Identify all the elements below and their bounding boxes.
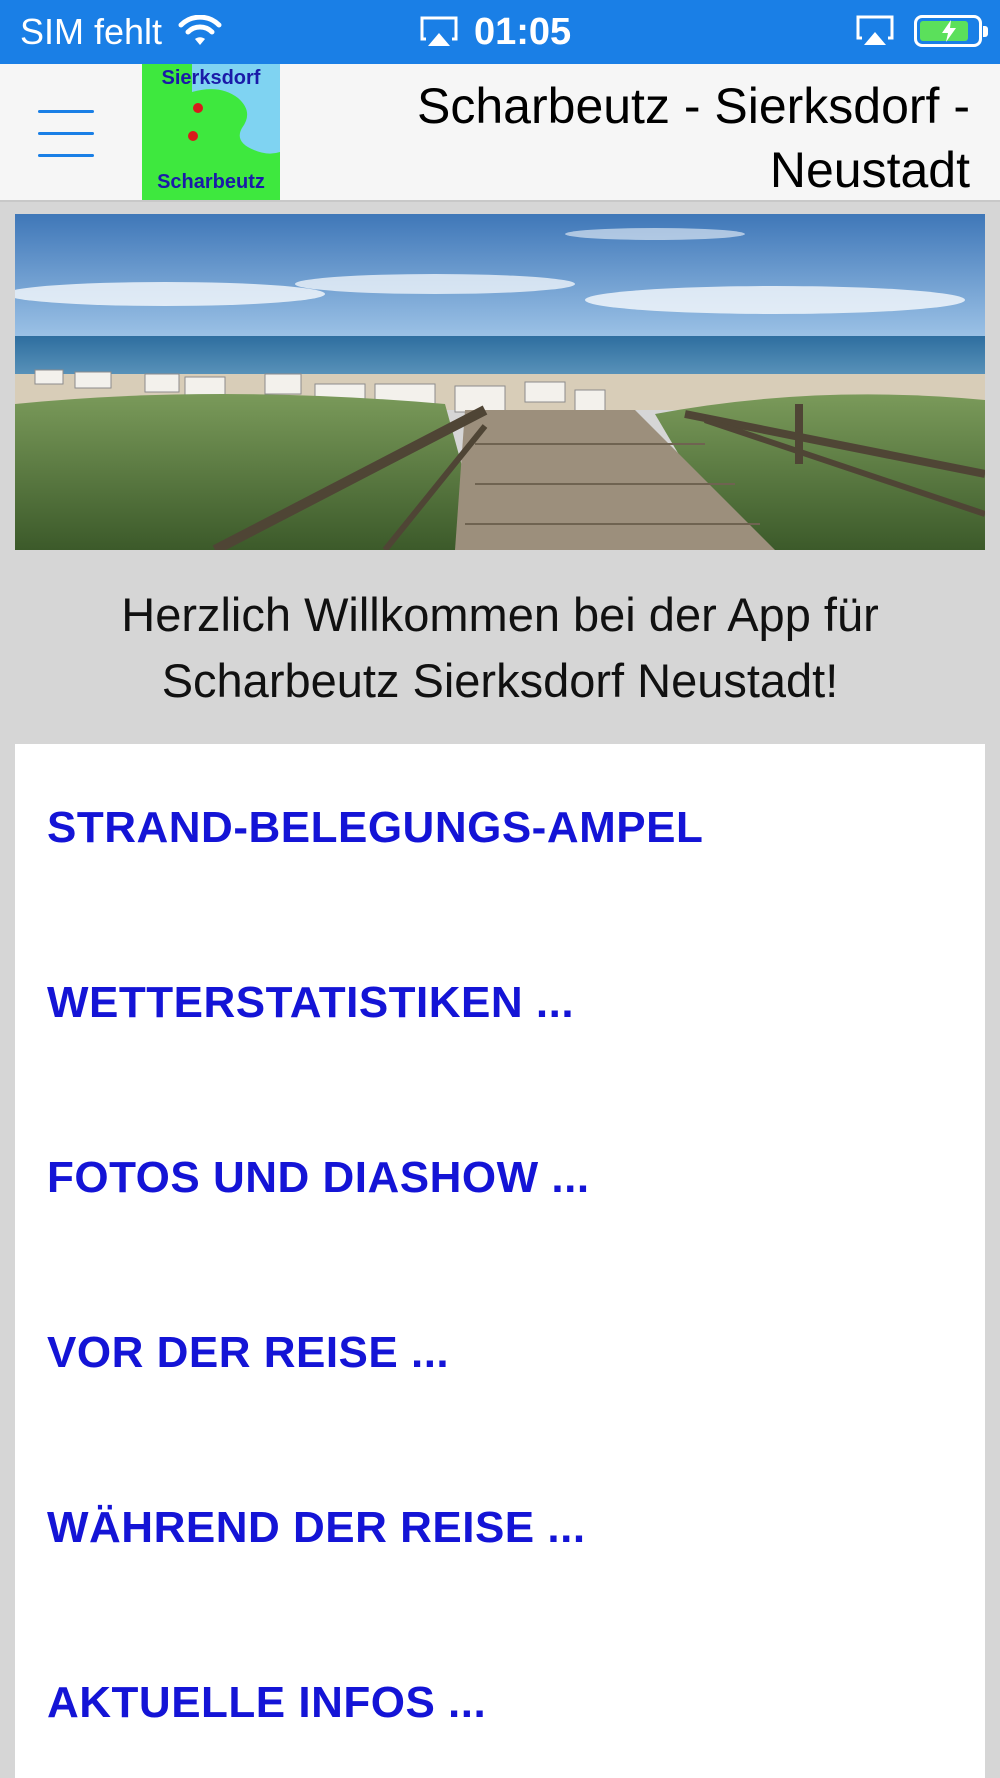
- welcome-line-1: Herzlich Willkommen bei der App für: [121, 588, 879, 641]
- menu-item-waehrend-der-reise[interactable]: WÄHREND DER REISE ...: [47, 1502, 586, 1554]
- main-menu-list: STRAND-BELEGUNGS-AMPEL WETTERSTATISTIKEN…: [15, 744, 985, 1778]
- logo-top-label: Sierksdorf: [162, 67, 261, 89]
- carrier-label: SIM fehlt: [20, 11, 163, 52]
- logo-bottom-label: Scharbeutz: [157, 171, 265, 193]
- hero-image: [15, 214, 985, 550]
- airplay-icon: [856, 15, 894, 45]
- app-header: Sierksdorf Scharbeutz Scharbeutz - Sierk…: [0, 64, 1000, 202]
- airplay-icon: [420, 16, 458, 46]
- clock: 01:05: [474, 11, 572, 53]
- wifi-icon: [178, 15, 222, 45]
- menu-item-fotos-und-diashow[interactable]: FOTOS UND DIASHOW ...: [47, 1152, 590, 1204]
- menu-item-wetterstatistiken[interactable]: WETTERSTATISTIKEN ...: [47, 977, 574, 1029]
- menu-item-strand-belegungs-ampel[interactable]: STRAND-BELEGUNGS-AMPEL: [47, 802, 703, 854]
- status-right: [856, 14, 988, 48]
- status-left: SIM fehlt: [20, 12, 222, 52]
- hamburger-menu-icon[interactable]: [38, 102, 96, 164]
- status-bar: SIM fehlt 01:05: [0, 0, 1000, 64]
- app-logo[interactable]: Sierksdorf Scharbeutz: [142, 64, 280, 200]
- header-title: Scharbeutz - Sierksdorf - Neustadt: [417, 78, 970, 198]
- status-center: 01:05: [420, 10, 571, 54]
- welcome-text: Herzlich Willkommen bei der App für Scha…: [15, 582, 985, 714]
- welcome-line-2: Scharbeutz Sierksdorf Neustadt!: [161, 654, 839, 707]
- battery-nub: [983, 26, 988, 37]
- charging-bolt-icon: [942, 20, 956, 42]
- menu-item-aktuelle-infos[interactable]: AKTUELLE INFOS ...: [47, 1677, 486, 1729]
- menu-item-vor-der-reise[interactable]: VOR DER REISE ...: [47, 1327, 449, 1379]
- battery-icon: [914, 15, 988, 47]
